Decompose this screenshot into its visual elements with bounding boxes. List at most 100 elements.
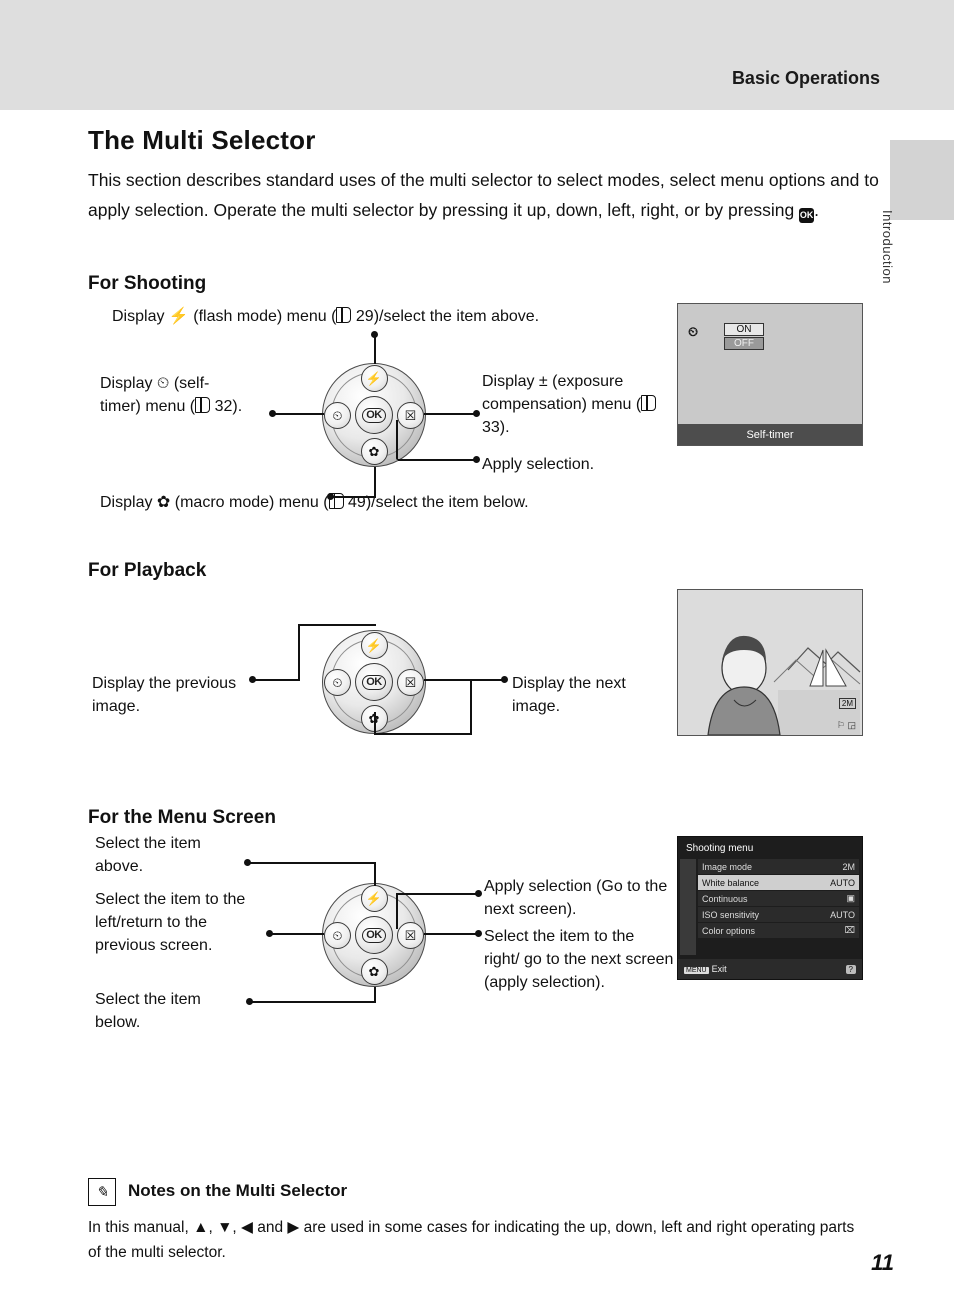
flash-button[interactable]: ⚡ bbox=[360, 632, 388, 659]
connector-dot-up bbox=[244, 859, 251, 866]
label-flash-mode-end: )/select the item above. bbox=[373, 308, 540, 325]
menu-row-label: White balance bbox=[702, 877, 760, 888]
connector-dot-apply-menu bbox=[475, 890, 482, 897]
intro-text-2: . bbox=[814, 200, 819, 220]
shooting-menu-tab-column bbox=[680, 859, 696, 955]
connector-menu-down-h bbox=[250, 1001, 376, 1003]
connector-prev-top bbox=[298, 624, 376, 626]
label-self-timer-ref: 32 bbox=[214, 398, 233, 415]
label-macro-mode: Display ✿ (macro mode) menu ( 49)/select… bbox=[100, 491, 700, 514]
label-select-below: Select the item below. bbox=[95, 991, 201, 1031]
connector-prev-h bbox=[253, 679, 300, 681]
page-ref-icon bbox=[336, 307, 352, 323]
macro-button[interactable]: ✿ bbox=[360, 438, 388, 465]
notes-title: Notes on the Multi Selector bbox=[128, 1181, 348, 1200]
multi-selector-dial-menu[interactable]: ⚡ ✿ ⏲ ☒ OK bbox=[322, 883, 426, 987]
label-flash-mode-ref: 29 bbox=[355, 308, 374, 325]
section-title: Basic Operations bbox=[731, 68, 880, 88]
help-icon: ? bbox=[845, 964, 856, 974]
connector-dot-macro bbox=[327, 493, 334, 500]
label-exposure-ref: 33 bbox=[482, 419, 500, 436]
connector-menu-left bbox=[270, 933, 324, 935]
self-timer-button[interactable]: ⏲ bbox=[324, 668, 351, 696]
playback-photo bbox=[678, 590, 862, 735]
label-macro-text: Display ✿ (macro mode) menu ( bbox=[100, 494, 329, 511]
menu-row[interactable]: Image mode 2M bbox=[698, 859, 859, 875]
menu-row[interactable]: White balance AUTO bbox=[698, 875, 859, 891]
multi-selector-dial-shooting[interactable]: ⚡ ✿ ⏲ ☒ OK bbox=[322, 363, 426, 467]
ok-button[interactable]: OK bbox=[355, 396, 393, 434]
macro-button[interactable]: ✿ bbox=[360, 958, 388, 985]
connector-menu-apply-h bbox=[398, 893, 478, 895]
connector-dot-flash bbox=[371, 331, 378, 338]
ok-button[interactable]: OK bbox=[355, 663, 393, 701]
menu-row-label: Image mode bbox=[702, 861, 753, 872]
flash-button[interactable]: ⚡ bbox=[360, 365, 388, 392]
playback-icons: ⚐ ◲ bbox=[836, 720, 856, 730]
connector-menu-right bbox=[424, 933, 478, 935]
connector-dot-prev bbox=[249, 676, 256, 683]
label-previous-image: Display the previous image. bbox=[92, 675, 237, 715]
screen-playback: 15/11/2011 15:30 0004.JPG 2M ⚐ ◲ bbox=[677, 589, 863, 736]
menu-row-value: AUTO bbox=[830, 877, 855, 888]
self-timer-off: OFF bbox=[724, 337, 764, 350]
shooting-menu-title: Shooting menu bbox=[686, 843, 754, 854]
connector-next-v bbox=[470, 679, 472, 735]
connector-menu-down-v bbox=[374, 987, 376, 1002]
connector-next-bottom bbox=[374, 733, 472, 735]
self-timer-button[interactable]: ⏲ bbox=[324, 921, 351, 949]
menu-row-value: ▣ bbox=[846, 893, 855, 903]
label-next-image: Display the next image. bbox=[512, 675, 626, 715]
label-select-right: Select the item to the right/ go to the … bbox=[484, 928, 674, 991]
shooting-menu-footer: MENU Exit ? bbox=[678, 959, 862, 979]
menu-exit-label: Exit bbox=[711, 964, 727, 974]
flash-button[interactable]: ⚡ bbox=[360, 885, 388, 912]
connector-next-h bbox=[424, 679, 504, 681]
label-select-left: Select the item to the left/return to th… bbox=[95, 891, 246, 954]
connector-flash bbox=[374, 336, 376, 364]
menu-exit[interactable]: MENU Exit bbox=[684, 964, 727, 974]
page-number: 11 bbox=[871, 1250, 894, 1275]
label-flash-mode: Display ⚡ (flash mode) menu ( 29)/select… bbox=[112, 305, 672, 328]
menu-row[interactable]: ISO sensitivity AUTO bbox=[698, 907, 859, 923]
ok-button[interactable]: OK bbox=[355, 916, 393, 954]
connector-dot-self-timer bbox=[269, 410, 276, 417]
shooting-menu-rows: Image mode 2M White balance AUTO Continu… bbox=[698, 859, 859, 939]
side-tab bbox=[890, 140, 954, 220]
intro-text-1: This section describes standard uses of … bbox=[88, 170, 879, 220]
connector-next-stem bbox=[374, 712, 376, 734]
page-ref-icon bbox=[641, 395, 657, 411]
label-flash-mode-text: Display ⚡ (flash mode) menu ( bbox=[112, 308, 337, 325]
screen-shooting-menu: Shooting menu Image mode 2M White balanc… bbox=[677, 836, 863, 980]
connector-prev-v bbox=[298, 624, 300, 680]
connector-dot-right bbox=[475, 930, 482, 937]
connector-dot-down bbox=[246, 998, 253, 1005]
intro-paragraph: This section describes standard uses of … bbox=[88, 165, 888, 225]
connector-macro-h bbox=[330, 496, 376, 498]
label-exposure-end: ). bbox=[499, 419, 510, 436]
menu-row[interactable]: Color options ⌧ bbox=[698, 923, 859, 939]
self-timer-button[interactable]: ⏲ bbox=[324, 401, 351, 429]
menu-row-label: Color options bbox=[702, 925, 756, 936]
label-self-timer-text: Display ⏲ (self-timer) menu ( bbox=[100, 375, 210, 415]
label-macro-end: )/select the item below. bbox=[365, 494, 529, 511]
connector-dot-apply bbox=[473, 456, 480, 463]
label-apply-selection-menu: Apply selection (Go to the next screen). bbox=[484, 878, 668, 918]
connector-dot-next bbox=[501, 676, 508, 683]
screen-self-timer: ⏲ ON OFF Self-timer bbox=[677, 303, 863, 446]
connector-menu-apply-v bbox=[396, 893, 398, 929]
exposure-compensation-button[interactable]: ☒ bbox=[397, 401, 424, 429]
heading-for-menu-screen: For the Menu Screen bbox=[88, 807, 276, 828]
menu-row[interactable]: Continuous ▣ bbox=[698, 891, 859, 907]
header-band bbox=[0, 0, 954, 110]
exposure-compensation-button[interactable]: ☒ bbox=[397, 921, 424, 949]
self-timer-icon: ⏲ bbox=[688, 324, 699, 339]
connector-self-timer bbox=[274, 413, 324, 415]
connector-macro bbox=[374, 467, 376, 497]
connector-apply bbox=[398, 459, 476, 461]
connector-menu-up-h bbox=[248, 862, 376, 864]
heading-for-shooting: For Shooting bbox=[88, 273, 207, 294]
exposure-compensation-button[interactable]: ☒ bbox=[397, 668, 424, 696]
label-self-timer: Display ⏲ (self-timer) menu ( 32). bbox=[100, 372, 250, 418]
label-exposure-compensation: Display ± (exposure compensation) menu (… bbox=[482, 370, 677, 439]
